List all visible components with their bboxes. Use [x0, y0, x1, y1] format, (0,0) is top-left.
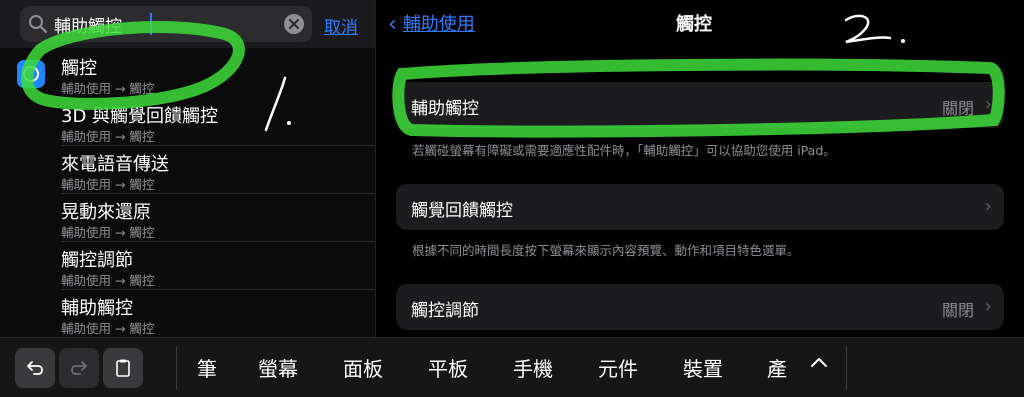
touch-accommodations-row[interactable]: 觸控調節 關閉 › [396, 284, 1004, 330]
back-button[interactable]: ‹ 輔助使用 [388, 10, 475, 37]
result-title: 輔助觸控 [61, 298, 133, 319]
search-input[interactable]: 輔助觸控 [54, 12, 122, 37]
suggestion[interactable]: 面板 [343, 353, 383, 382]
redo-button[interactable] [59, 348, 99, 388]
undo-icon [27, 361, 43, 375]
row-value: 關閉 [941, 301, 974, 320]
result-path: 輔助使用 → 觸控 [61, 129, 155, 144]
result-title: 觸控調節 [61, 250, 133, 271]
result-title: 3D 與觸覺回饋觸控 [61, 106, 219, 127]
paste-icon [116, 359, 130, 377]
cancel-button[interactable]: 取消 [324, 13, 358, 38]
undo-button[interactable] [15, 348, 55, 388]
suggestion[interactable]: 元件 [598, 353, 638, 382]
suggestion[interactable]: 手機 [513, 353, 553, 382]
suggestion[interactable]: 產 [767, 353, 787, 382]
back-label: 輔助使用 [402, 14, 475, 35]
chevron-right-icon: › [984, 296, 992, 317]
search-result[interactable]: 觸控調節 輔助使用 → 觸控 [0, 242, 375, 290]
search-result[interactable]: 來電語音傳送 輔助使用 → 觸控 [0, 146, 375, 194]
search-bar: 輔助觸控 取消 [0, 0, 375, 48]
result-title: 觸控 [61, 58, 97, 79]
chevron-up-icon[interactable] [808, 352, 830, 374]
row-label: 觸覺回饋觸控 [411, 201, 513, 221]
search-result[interactable]: 輔助觸控 輔助使用 → 觸控 [0, 290, 375, 337]
suggestion[interactable]: 筆 [197, 353, 217, 382]
row-value: 關閉 [941, 99, 974, 118]
text-cursor [150, 13, 152, 35]
suggestion[interactable]: 平板 [428, 353, 468, 382]
row-label: 輔助觸控 [411, 99, 479, 119]
divider [846, 346, 847, 390]
search-icon [29, 15, 48, 34]
suggestion[interactable]: 裝置 [683, 353, 723, 382]
search-field[interactable]: 輔助觸控 [20, 6, 312, 42]
search-result[interactable]: 晃動來還原 輔助使用 → 觸控 [0, 194, 375, 242]
result-path: 輔助使用 → 觸控 [61, 321, 155, 336]
row-label: 觸控調節 [411, 301, 479, 321]
keyboard-shortcut-bar: 筆 螢幕 面板 平板 手機 元件 裝置 產 [0, 337, 1024, 397]
divider [176, 346, 177, 390]
search-result[interactable]: 觸控 輔助使用 → 觸控 [0, 50, 375, 98]
result-path: 輔助使用 → 觸控 [61, 273, 155, 288]
assistive-touch-row[interactable]: 輔助觸控 關閉 › [396, 82, 1004, 128]
result-title: 晃動來還原 [61, 202, 151, 223]
haptic-touch-row[interactable]: 觸覺回饋觸控 › [396, 184, 1004, 230]
chevron-left-icon: ‹ [388, 12, 397, 37]
settings-panel: ‹ 輔助使用 觸控 輔助觸控 關閉 › 若觸碰螢幕有障礙或需要適應性配件時，「輔助… [376, 0, 1024, 337]
result-path: 輔助使用 → 觸控 [61, 81, 155, 96]
result-path: 輔助使用 → 觸控 [61, 225, 155, 240]
haptic-touch-footnote: 根據不同的時間長度按下螢幕來顯示內容預覽、動作和項目特色選單。 [412, 243, 800, 258]
chevron-right-icon: › [984, 196, 992, 217]
chevron-right-icon: › [984, 94, 992, 115]
paste-button[interactable] [103, 348, 143, 388]
result-title: 來電語音傳送 [61, 154, 169, 175]
clear-icon[interactable] [284, 14, 304, 34]
suggestion[interactable]: 螢幕 [258, 353, 298, 382]
redo-icon [71, 361, 87, 375]
search-result[interactable]: 3D 與觸覺回饋觸控 輔助使用 → 觸控 [0, 98, 375, 146]
assistive-touch-footnote: 若觸碰螢幕有障礙或需要適應性配件時，「輔助觸控」可以協助您使用 iPad。 [412, 143, 836, 158]
page-title: 觸控 [676, 14, 712, 35]
search-panel: 輔助觸控 取消 觸控 輔助使用 → 觸控 3D 與觸覺回饋觸控 輔助使用 → 觸… [0, 0, 375, 337]
result-path: 輔助使用 → 觸控 [61, 177, 155, 192]
